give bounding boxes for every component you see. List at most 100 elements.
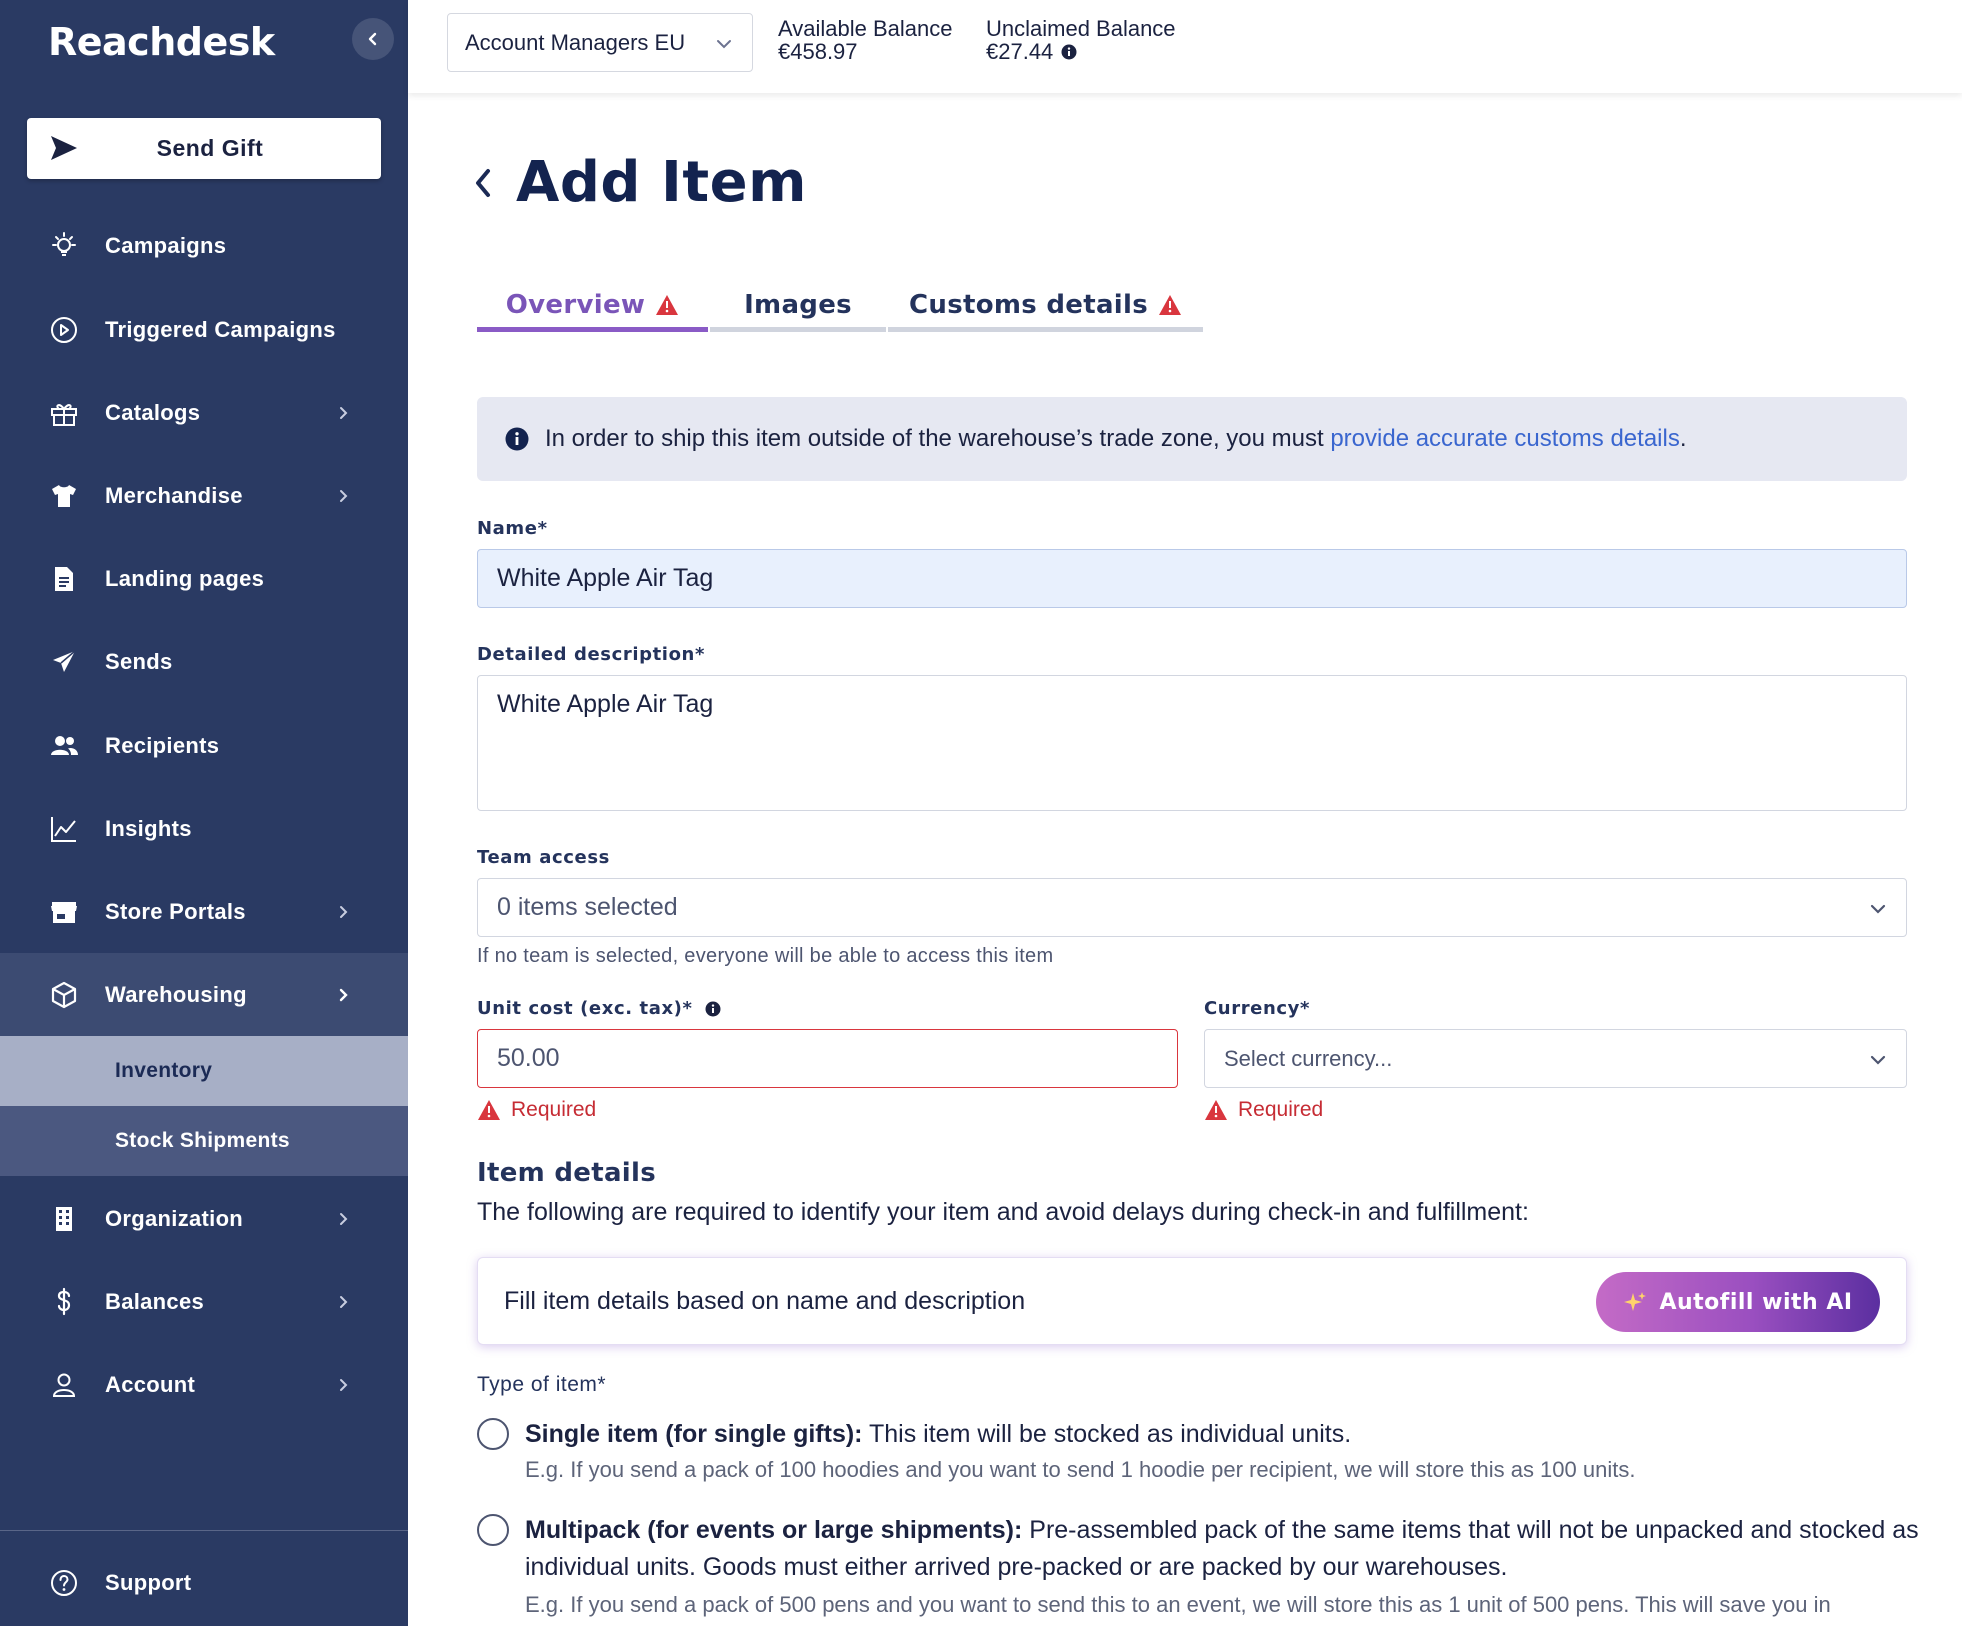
unit-cost-label-text: Unit cost (exc. tax)* [477,998,693,1019]
unclaimed-balance-label: Unclaimed Balance [986,16,1176,41]
radio-single-item[interactable] [477,1418,509,1450]
option-title: Single item (for single gifts): [525,1420,863,1448]
users-icon [48,730,80,762]
name-input[interactable]: White Apple Air Tag [477,549,1907,608]
tshirt-icon [48,480,80,512]
play-circle-icon [48,314,80,346]
sidebar-item-label: Insights [105,815,192,841]
description-textarea[interactable]: White Apple Air Tag [477,675,1907,811]
page-title: Add Item [516,150,807,215]
box-icon [48,979,80,1011]
autofill-ai-button[interactable]: Autofill with AI [1596,1272,1880,1332]
chevron-right-icon [334,1209,354,1229]
sidebar-item-recipients[interactable]: Recipients [0,704,408,787]
sidebar-item-triggered-campaigns[interactable]: Triggered Campaigns [0,288,408,371]
team-access-value: 0 items selected [497,893,678,921]
sidebar: Reachdesk Send Gift Campaigns Triggered … [0,0,408,1626]
autofill-panel: Fill item details based on name and desc… [477,1257,1907,1345]
account-select-value: Account Managers EU [465,29,686,55]
customs-info-banner: In order to ship this item outside of th… [477,397,1907,481]
sidebar-item-catalogs[interactable]: Catalogs [0,371,408,454]
info-icon [505,427,529,451]
tab-images[interactable]: Images [710,280,886,330]
customs-details-link[interactable]: provide accurate customs details [1330,425,1680,452]
item-details-title: Item details [477,1158,656,1188]
account-select[interactable]: Account Managers EU [447,13,753,72]
unit-cost-input[interactable]: 50.00 [477,1029,1178,1088]
info-icon[interactable] [1061,44,1077,60]
user-icon [48,1369,80,1401]
reachdesk-logo[interactable]: Reachdesk [48,20,275,64]
available-balance-value: €458.97 [778,39,858,64]
sidebar-subitem-stock-shipments[interactable]: Stock Shipments [0,1106,408,1176]
send-gift-label: Send Gift [156,135,264,161]
dollar-icon [48,1286,80,1318]
tab-overview[interactable]: Overview [477,280,708,330]
lightbulb-icon [48,230,80,262]
warning-icon [656,295,679,315]
team-access-label: Team access [477,847,610,868]
chevron-down-icon [1870,1055,1886,1065]
option-title: Multipack (for events or large shipments… [525,1516,1023,1544]
currency-placeholder: Select currency... [1224,1045,1393,1071]
sidebar-item-warehousing[interactable]: Warehousing [0,953,408,1036]
sidebar-item-merchandise[interactable]: Merchandise [0,454,408,537]
chevron-right-icon [334,1292,354,1312]
sidebar-item-insights[interactable]: Insights [0,787,408,870]
chevron-down-icon [717,40,731,49]
unclaimed-balance: Unclaimed Balance €27.44 [986,17,1176,63]
team-access-select[interactable]: 0 items selected [477,878,1907,937]
gift-icon [48,397,80,429]
send-icon [51,136,77,160]
autofill-button-label: Autofill with AI [1659,1289,1853,1315]
sidebar-item-label: Campaigns [105,232,227,258]
sidebar-item-balances[interactable]: Balances [0,1260,408,1343]
paper-plane-icon [48,646,80,678]
chevron-right-icon [334,985,354,1005]
tab-label: Overview [505,290,646,320]
chevron-right-icon [334,1375,354,1395]
sidebar-item-label: Support [105,1569,192,1595]
building-icon [48,1203,80,1235]
tab-customs-details[interactable]: Customs details [888,280,1203,330]
warning-icon [478,1100,500,1120]
top-bar: Account Managers EU Available Balance €4… [408,0,1962,93]
currency-select[interactable]: Select currency... [1204,1029,1907,1088]
tab-label: Customs details [909,290,1148,320]
sidebar-item-label: Account [105,1371,196,1397]
sidebar-subitem-inventory[interactable]: Inventory [0,1036,408,1106]
unclaimed-balance-value: €27.44 [986,39,1054,64]
radio-multipack[interactable] [477,1514,509,1546]
sidebar-item-store-portals[interactable]: Store Portals [0,870,408,953]
chevron-left-icon [368,32,377,46]
option-multipack-example: E.g. If you send a pack of 500 pens and … [525,1592,1831,1617]
sidebar-item-organization[interactable]: Organization [0,1177,408,1260]
sidebar-item-account[interactable]: Account [0,1343,408,1426]
currency-error: Required [1204,1098,1323,1122]
type-of-item-label: Type of item* [477,1373,607,1396]
sidebar-item-label: Sends [105,648,173,674]
info-icon[interactable] [705,1001,721,1017]
sidebar-item-landing-pages[interactable]: Landing pages [0,537,408,620]
option-single-item: Single item (for single gifts): This ite… [525,1416,1925,1453]
tab-customs-indicator [888,327,1203,332]
option-text: This item will be stocked as individual … [862,1420,1352,1448]
sidebar-item-label: Landing pages [105,565,265,591]
back-chevron-icon[interactable] [472,166,494,200]
line-chart-icon [48,813,80,845]
chevron-right-icon [334,403,354,423]
description-label: Detailed description* [477,644,705,665]
collapse-sidebar-button[interactable] [352,18,394,60]
sidebar-item-sends[interactable]: Sends [0,620,408,703]
sidebar-item-label: Store Portals [105,898,246,924]
sidebar-item-campaigns[interactable]: Campaigns [0,204,408,287]
help-circle-icon [48,1567,80,1599]
sidebar-item-label: Merchandise [105,482,243,508]
sidebar-item-label: Warehousing [105,981,247,1007]
sidebar-item-label: Recipients [105,732,220,758]
sidebar-item-support[interactable]: Support [0,1541,408,1624]
available-balance: Available Balance €458.97 [778,17,953,63]
storefront-icon [48,896,80,928]
chevron-down-icon [1870,904,1886,914]
send-gift-button[interactable]: Send Gift [27,118,381,179]
